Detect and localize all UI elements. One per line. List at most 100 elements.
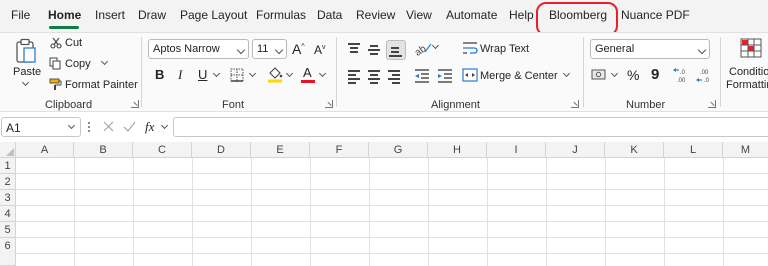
align-right-icon[interactable] bbox=[386, 68, 404, 84]
bold-button[interactable]: B bbox=[155, 67, 164, 82]
middle-align-icon[interactable] bbox=[366, 42, 384, 58]
paste-dropdown-icon[interactable] bbox=[21, 78, 30, 87]
alignment-group-label: Alignment bbox=[431, 99, 480, 111]
row-header[interactable]: 3 bbox=[0, 190, 16, 206]
row-header[interactable]: 1 bbox=[0, 158, 16, 174]
conditional-formatting-button[interactable]: Conditio bbox=[729, 66, 768, 78]
wrap-text-button[interactable]: Wrap Text bbox=[480, 43, 529, 55]
paste-button[interactable]: Paste bbox=[13, 66, 41, 78]
gridline bbox=[487, 158, 488, 266]
gridline bbox=[16, 253, 768, 254]
font-color-dropdown-icon[interactable] bbox=[318, 69, 327, 78]
decrease-indent-icon[interactable] bbox=[413, 68, 431, 84]
row-header[interactable]: 2 bbox=[0, 174, 16, 190]
font-color-swatch bbox=[301, 80, 315, 83]
paste-icon[interactable] bbox=[15, 38, 37, 64]
chevron-down-icon[interactable] bbox=[67, 121, 76, 130]
clipboard-launcher-icon[interactable] bbox=[131, 100, 139, 108]
cut-button[interactable]: Cut bbox=[65, 37, 82, 49]
orientation-dropdown-icon[interactable] bbox=[431, 41, 440, 50]
group-separator bbox=[583, 37, 584, 107]
svg-text:.0: .0 bbox=[680, 70, 686, 76]
bottom-align-icon[interactable] bbox=[386, 40, 406, 60]
fill-color-icon[interactable] bbox=[267, 66, 283, 83]
gridline bbox=[369, 158, 370, 266]
format-painter-button[interactable]: Format Painter bbox=[65, 79, 138, 91]
select-all-button[interactable] bbox=[0, 142, 16, 158]
column-header[interactable]: I bbox=[487, 142, 546, 158]
column-header[interactable]: M bbox=[723, 142, 768, 158]
column-header[interactable]: A bbox=[16, 142, 74, 158]
name-box[interactable]: A1 bbox=[1, 117, 81, 137]
font-launcher-icon[interactable] bbox=[325, 100, 333, 108]
cancel-icon[interactable] bbox=[103, 121, 114, 132]
borders-dropdown-icon[interactable] bbox=[248, 69, 257, 78]
number-launcher-icon[interactable] bbox=[708, 100, 716, 108]
align-left-icon[interactable] bbox=[346, 68, 364, 84]
underline-button[interactable]: U bbox=[198, 67, 207, 82]
tab-insert[interactable]: Insert bbox=[95, 8, 125, 22]
column-header[interactable]: J bbox=[546, 142, 605, 158]
merge-center-button[interactable]: Merge & Center bbox=[480, 70, 558, 82]
column-header[interactable]: F bbox=[310, 142, 369, 158]
accounting-format-icon[interactable] bbox=[591, 68, 608, 82]
tab-file[interactable]: File bbox=[11, 8, 30, 22]
conditional-formatting-button-line2[interactable]: Formattin bbox=[726, 79, 768, 91]
worksheet-grid[interactable]: A B C D E F G H I J K L M 1 2 3 4 5 6 bbox=[0, 142, 768, 266]
merge-center-icon bbox=[462, 68, 478, 82]
merge-center-dropdown-icon[interactable] bbox=[562, 69, 571, 78]
tab-nuance-pdf[interactable]: Nuance PDF bbox=[621, 8, 690, 22]
font-color-icon[interactable]: A bbox=[303, 65, 312, 80]
column-header[interactable]: G bbox=[369, 142, 428, 158]
font-name-dropdown[interactable]: Aptos Narrow bbox=[148, 39, 249, 59]
formula-input[interactable] bbox=[173, 117, 768, 137]
increase-decimal-icon[interactable]: .0 .00 bbox=[672, 66, 690, 84]
orientation-icon[interactable]: ab bbox=[413, 40, 433, 56]
gridline bbox=[251, 158, 252, 266]
comma-style-button[interactable]: 9 bbox=[651, 66, 659, 83]
align-center-icon[interactable] bbox=[366, 68, 384, 84]
column-header[interactable]: L bbox=[664, 142, 723, 158]
tab-view[interactable]: View bbox=[406, 8, 432, 22]
copy-button[interactable]: Copy bbox=[65, 58, 91, 70]
alignment-launcher-icon[interactable] bbox=[571, 100, 579, 108]
tab-formulas[interactable]: Formulas bbox=[256, 8, 306, 22]
tab-automate[interactable]: Automate bbox=[446, 8, 497, 22]
number-group-label: Number bbox=[626, 99, 666, 111]
more-options-icon[interactable] bbox=[87, 121, 91, 133]
column-header[interactable]: E bbox=[251, 142, 310, 158]
tab-data[interactable]: Data bbox=[317, 8, 342, 22]
italic-button[interactable]: I bbox=[178, 67, 182, 83]
decrease-font-size-icon[interactable]: Av bbox=[314, 43, 326, 57]
tab-help[interactable]: Help bbox=[509, 8, 534, 22]
format-painter-icon bbox=[49, 78, 62, 90]
top-align-icon[interactable] bbox=[346, 42, 364, 58]
name-box-value: A1 bbox=[6, 121, 21, 135]
insert-function-button[interactable]: fx bbox=[145, 119, 154, 135]
tab-draw[interactable]: Draw bbox=[138, 8, 166, 22]
borders-icon[interactable] bbox=[230, 68, 244, 82]
fill-color-dropdown-icon[interactable] bbox=[285, 69, 294, 78]
tab-home[interactable]: Home bbox=[48, 8, 81, 22]
column-header[interactable]: K bbox=[605, 142, 664, 158]
row-header[interactable]: 4 bbox=[0, 206, 16, 222]
row-header[interactable]: 6 bbox=[0, 238, 16, 266]
enter-icon[interactable] bbox=[123, 121, 136, 132]
underline-dropdown-icon[interactable] bbox=[212, 69, 221, 78]
increase-indent-icon[interactable] bbox=[436, 68, 454, 84]
column-header[interactable]: C bbox=[133, 142, 192, 158]
percent-style-button[interactable]: % bbox=[627, 67, 639, 83]
increase-font-size-icon[interactable]: A^ bbox=[292, 41, 305, 57]
column-header[interactable]: D bbox=[192, 142, 251, 158]
decrease-decimal-icon[interactable]: .00 .0 bbox=[695, 66, 713, 84]
font-size-dropdown[interactable]: 11 bbox=[252, 39, 287, 59]
number-format-dropdown[interactable]: General bbox=[590, 39, 710, 59]
tab-page-layout[interactable]: Page Layout bbox=[180, 8, 247, 22]
accounting-dropdown-icon[interactable] bbox=[610, 69, 619, 78]
column-header[interactable]: H bbox=[428, 142, 487, 158]
copy-dropdown-icon[interactable] bbox=[100, 57, 109, 66]
column-header[interactable]: B bbox=[74, 142, 133, 158]
row-header[interactable]: 5 bbox=[0, 222, 16, 238]
scissors-icon bbox=[50, 37, 62, 49]
tab-review[interactable]: Review bbox=[356, 8, 395, 22]
